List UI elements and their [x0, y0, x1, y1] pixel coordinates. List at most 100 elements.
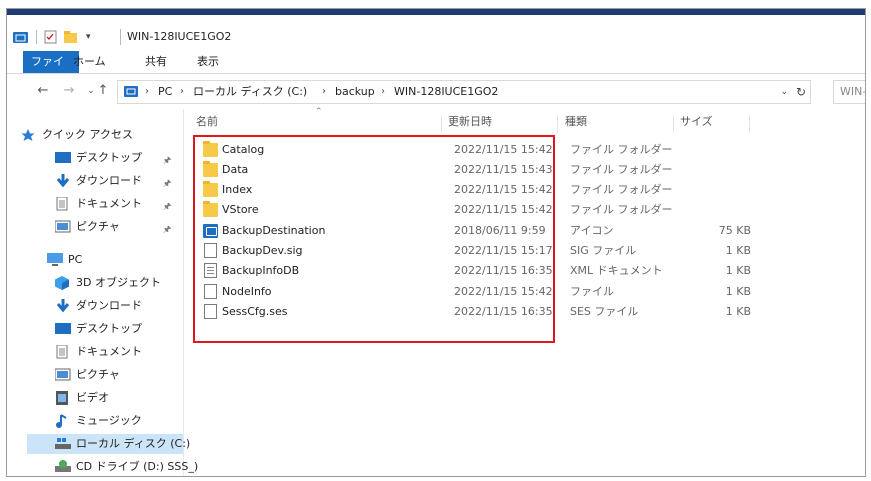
nav-quick-access[interactable]: クイック アクセス — [21, 125, 133, 145]
document-icon — [55, 196, 71, 211]
nav-pc-music[interactable]: ミュージック — [55, 411, 142, 431]
nav-quick-desktop-label: デスクトップ — [76, 151, 142, 164]
nav-cd-drive[interactable]: CD ドライブ (D:) SSS_) — [55, 457, 199, 476]
nav-pc-documents-label: ドキュメント — [76, 345, 142, 358]
address-bar[interactable]: › PC › ローカル ディスク (C:) › backup › WIN-128… — [117, 80, 811, 104]
column-separator[interactable] — [673, 115, 674, 133]
file-size: 1 KB — [725, 285, 751, 298]
column-header-size[interactable]: サイズ — [680, 111, 713, 133]
title-bar: ▾ WIN-128IUCE1GO2 — [7, 15, 865, 51]
nav-quick-desktop[interactable]: デスクトップ — [55, 148, 142, 168]
search-input[interactable]: WIN- — [833, 80, 866, 104]
column-separator[interactable] — [557, 115, 558, 133]
address-row: ← → ⌄ ↑ › PC › ローカル ディスク (C:) › backup ›… — [7, 79, 865, 105]
breadcrumb-pc[interactable]: PC — [158, 81, 172, 103]
nav-pc-desktop-label: デスクトップ — [76, 322, 142, 335]
drive-icon — [55, 437, 71, 451]
file-size: 1 KB — [725, 305, 751, 318]
ribbon-tabs: ファイル ホーム 共有 表示 — [7, 51, 865, 90]
breadcrumb-separator-icon: › — [180, 86, 184, 97]
customize-dropdown-icon[interactable]: ▾ — [86, 32, 91, 42]
explorer-location-icon — [124, 86, 138, 97]
file-type: SES ファイル — [570, 305, 639, 318]
tab-view[interactable]: 表示 — [189, 51, 227, 73]
column-header-date[interactable]: 更新日時 — [448, 111, 492, 133]
nav-pc-downloads-label: ダウンロード — [76, 299, 142, 312]
sort-ascending-icon: ⌃ — [315, 107, 323, 117]
file-size: 1 KB — [725, 244, 751, 257]
nav-quick-pictures[interactable]: ピクチャ — [54, 217, 120, 237]
pin-icon[interactable]: 🖈 — [163, 176, 171, 192]
nav-3d-objects[interactable]: 3D オブジェクト — [55, 273, 161, 293]
breadcrumb-separator-icon: › — [322, 86, 326, 97]
nav-quick-downloads-label: ダウンロード — [76, 174, 142, 187]
music-note-icon — [55, 414, 71, 428]
search-input-text: WIN- — [840, 85, 866, 98]
pin-icon[interactable]: 🖈 — [163, 222, 171, 238]
properties-icon[interactable] — [44, 30, 58, 44]
cd-drive-icon — [55, 460, 71, 474]
pin-icon[interactable]: 🖈 — [163, 199, 171, 215]
breadcrumb-local-disk[interactable]: ローカル ディスク (C:) — [193, 81, 307, 103]
nav-quick-documents-label: ドキュメント — [76, 197, 142, 210]
file-size: 1 KB — [725, 264, 751, 277]
breadcrumb-current-folder[interactable]: WIN-128IUCE1GO2 — [394, 81, 498, 103]
pictures-icon — [54, 220, 71, 234]
breadcrumb-separator-icon: › — [145, 86, 149, 97]
file-type: ファイル — [570, 285, 614, 298]
column-header-name[interactable]: 名前 — [196, 111, 218, 133]
nav-quick-downloads[interactable]: ダウンロード — [55, 171, 142, 191]
nav-pc-videos-label: ビデオ — [76, 391, 109, 404]
3d-objects-icon — [55, 276, 71, 290]
nav-pc-pictures[interactable]: ピクチャ — [54, 365, 120, 385]
file-type: ファイル フォルダー — [570, 203, 673, 216]
file-type: ファイル フォルダー — [570, 143, 673, 156]
new-folder-icon[interactable] — [64, 30, 78, 44]
pin-icon[interactable]: 🖈 — [163, 153, 171, 169]
nav-pc-music-label: ミュージック — [76, 414, 142, 427]
nav-pc-pictures-label: ピクチャ — [76, 368, 120, 381]
nav-pc-label: PC — [68, 253, 83, 266]
nav-cd-drive-label: CD ドライブ (D:) SSS_) — [76, 460, 199, 473]
pictures-icon — [54, 368, 71, 382]
nav-quick-pictures-label: ピクチャ — [76, 220, 120, 233]
nav-pc-documents[interactable]: ドキュメント — [55, 342, 142, 362]
column-separator[interactable] — [749, 115, 750, 133]
document-icon — [55, 344, 71, 359]
desktop-icon — [55, 322, 71, 336]
column-separator[interactable] — [441, 115, 442, 133]
tab-share[interactable]: 共有 — [137, 51, 175, 73]
pc-icon — [47, 253, 63, 267]
forward-arrow-icon[interactable]: → — [61, 82, 77, 100]
download-arrow-icon — [55, 299, 71, 313]
nav-pc-downloads[interactable]: ダウンロード — [55, 296, 142, 316]
window-title: WIN-128IUCE1GO2 — [127, 30, 232, 43]
nav-quick-documents[interactable]: ドキュメント — [55, 194, 142, 214]
download-arrow-icon — [55, 174, 71, 188]
file-type: XML ドキュメント — [570, 264, 663, 277]
file-size: 75 KB — [718, 224, 751, 237]
nav-quick-access-label: クイック アクセス — [42, 128, 133, 141]
nav-pc[interactable]: PC — [47, 250, 82, 270]
nav-3d-objects-label: 3D オブジェクト — [76, 276, 161, 289]
nav-pc-videos[interactable]: ビデオ — [55, 388, 109, 408]
file-type: SIG ファイル — [570, 244, 637, 257]
file-type: アイコン — [570, 224, 614, 237]
breadcrumb-backup[interactable]: backup — [335, 81, 375, 103]
column-header-type[interactable]: 種類 — [565, 111, 587, 133]
up-arrow-icon[interactable]: ↑ — [95, 82, 111, 100]
back-arrow-icon[interactable]: ← — [35, 82, 51, 100]
refresh-icon[interactable]: ↻ — [796, 81, 806, 103]
file-type: ファイル フォルダー — [570, 183, 673, 196]
explorer-window: ▾ WIN-128IUCE1GO2 ファイル ホーム 共有 表示 ← → ⌄ ↑… — [6, 8, 866, 477]
video-icon — [55, 391, 71, 405]
explorer-icon[interactable] — [13, 30, 29, 44]
nav-pc-desktop[interactable]: デスクトップ — [55, 319, 142, 339]
breadcrumb-separator-icon: › — [381, 86, 385, 97]
highlight-box — [193, 135, 555, 343]
address-dropdown-icon[interactable]: ⌄ — [780, 81, 788, 103]
nav-local-disk[interactable]: ローカル ディスク (C:) — [27, 434, 190, 454]
tab-home[interactable]: ホーム — [65, 51, 114, 73]
quick-access-toolbar: ▾ — [13, 29, 91, 45]
nav-local-disk-label: ローカル ディスク (C:) — [76, 437, 191, 450]
